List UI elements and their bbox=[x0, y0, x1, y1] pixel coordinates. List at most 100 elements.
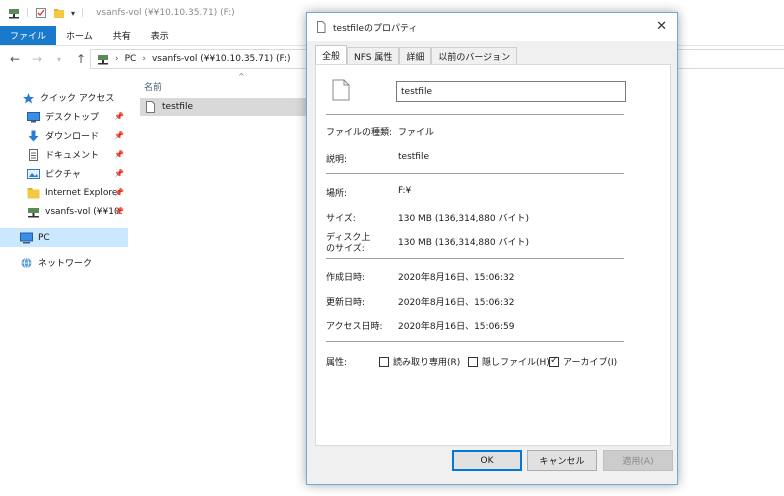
tab-details[interactable]: 詳細 bbox=[399, 47, 432, 65]
pin-icon[interactable]: 📌 bbox=[114, 207, 124, 216]
ok-button[interactable]: OK bbox=[452, 450, 522, 471]
properties-icon[interactable] bbox=[35, 7, 47, 19]
navigation-pane: クイック アクセス デスクトップ 📌 ダウンロード 📌 ドキュメント 📌 ピクチ… bbox=[0, 72, 128, 496]
file-name-input[interactable]: testfile bbox=[396, 81, 626, 102]
network-drive-icon bbox=[27, 206, 40, 218]
sidebar-item-label: vsanfs-vol (¥¥10. bbox=[45, 206, 123, 217]
tab-view[interactable]: 表示 bbox=[141, 26, 179, 45]
size-value: 130 MB (136,314,880 バイト) bbox=[398, 214, 529, 224]
dialog-tabs: 全般 NFS 属性 詳細 以前のバージョン bbox=[315, 45, 518, 65]
properties-dialog: testfileのプロパティ ✕ 全般 NFS 属性 詳細 以前のバージョン t… bbox=[306, 12, 678, 485]
description-label: 説明: bbox=[326, 155, 348, 165]
divider bbox=[326, 114, 624, 115]
large-file-icon bbox=[332, 79, 350, 104]
up-arrow-icon[interactable]: ↑ bbox=[74, 52, 88, 66]
breadcrumb-chevron-icon[interactable]: › bbox=[115, 54, 119, 64]
tab-share[interactable]: 共有 bbox=[103, 26, 141, 45]
tab-general[interactable]: 全般 bbox=[315, 45, 348, 65]
divider bbox=[326, 258, 624, 259]
description-value: testfile bbox=[398, 152, 429, 162]
sidebar-item-label: Internet Explorer bbox=[45, 187, 122, 198]
pin-icon[interactable]: 📌 bbox=[114, 131, 124, 140]
accessed-value: 2020年8月16日、15:06:59 bbox=[398, 322, 515, 332]
disk-size-label-line2: のサイズ: bbox=[326, 244, 365, 254]
sidebar-item-label: PC bbox=[38, 232, 50, 243]
dialog-title: testfileのプロパティ bbox=[333, 23, 418, 34]
divider bbox=[326, 173, 624, 174]
general-tab-panel: testfile ファイルの種類: ファイル 説明: testfile 場所: … bbox=[315, 64, 671, 446]
checkbox-box-checked[interactable] bbox=[549, 355, 559, 367]
tab-file[interactable]: ファイル bbox=[0, 26, 57, 45]
sidebar-item-label: ピクチャ bbox=[45, 170, 81, 180]
pin-icon[interactable]: 📌 bbox=[114, 169, 124, 178]
pc-icon bbox=[20, 232, 33, 244]
location-label: 場所: bbox=[326, 189, 348, 199]
network-drive-icon bbox=[8, 7, 20, 19]
archive-checkbox[interactable]: アーカイブ(I) bbox=[549, 355, 617, 368]
size-label: サイズ: bbox=[326, 214, 356, 224]
attributes-label: 属性: bbox=[326, 358, 348, 368]
sidebar-item-vsanfs-vol[interactable]: vsanfs-vol (¥¥10. 📌 bbox=[0, 202, 128, 221]
folder-icon bbox=[27, 187, 40, 199]
sidebar-item-network[interactable]: ネットワーク bbox=[0, 253, 128, 272]
window-title: vsanfs-vol (¥¥10.10.35.71) (F:) bbox=[96, 8, 235, 18]
file-icon bbox=[315, 21, 327, 33]
apply-button[interactable]: 適用(A) bbox=[603, 450, 673, 471]
hidden-checkbox[interactable]: 隠しファイル(H) bbox=[468, 355, 550, 368]
readonly-label: 読み取り専用(R) bbox=[393, 358, 461, 368]
sidebar-item-pc[interactable]: PC bbox=[0, 228, 128, 247]
quick-access-dropdown-icon[interactable]: ▾ bbox=[71, 9, 75, 18]
network-drive-icon bbox=[97, 53, 109, 65]
tab-nfs-attributes[interactable]: NFS 属性 bbox=[347, 47, 400, 65]
location-value: F:¥ bbox=[398, 186, 412, 196]
checkbox-box[interactable] bbox=[379, 356, 389, 367]
toolbar-separator: | bbox=[26, 8, 30, 18]
cancel-button[interactable]: キャンセル bbox=[527, 450, 597, 471]
sidebar-item-label: ネットワーク bbox=[38, 259, 93, 269]
type-label: ファイルの種類: bbox=[326, 128, 393, 138]
sidebar-item-internet-explorer[interactable]: Internet Explorer 📌 bbox=[0, 183, 128, 202]
accessed-label: アクセス日時: bbox=[326, 322, 383, 332]
sidebar-item-quick-access[interactable]: クイック アクセス bbox=[0, 88, 128, 107]
file-row[interactable]: testfile bbox=[140, 98, 320, 116]
sidebar-item-label: ドキュメント bbox=[45, 151, 100, 161]
column-header-name[interactable]: 名前 bbox=[144, 80, 162, 93]
sidebar-item-label: デスクトップ bbox=[45, 113, 100, 123]
type-value: ファイル bbox=[398, 128, 435, 138]
close-icon[interactable]: ✕ bbox=[656, 19, 667, 34]
forward-arrow-icon[interactable]: → bbox=[30, 52, 44, 66]
breadcrumb-location[interactable]: vsanfs-vol (¥¥10.10.35.71) (F:) bbox=[152, 54, 291, 64]
sidebar-item-label: ダウンロード bbox=[45, 132, 100, 142]
modified-value: 2020年8月16日、15:06:32 bbox=[398, 298, 515, 308]
created-label: 作成日時: bbox=[326, 273, 366, 283]
sidebar-item-documents[interactable]: ドキュメント 📌 bbox=[0, 145, 128, 164]
sidebar-item-pictures[interactable]: ピクチャ 📌 bbox=[0, 164, 128, 183]
checkbox-box[interactable] bbox=[468, 356, 478, 367]
readonly-checkbox[interactable]: 読み取り専用(R) bbox=[379, 355, 460, 368]
network-icon bbox=[20, 257, 33, 269]
star-icon bbox=[22, 92, 35, 104]
pin-icon[interactable]: 📌 bbox=[114, 150, 124, 159]
pin-icon[interactable]: 📌 bbox=[114, 188, 124, 197]
breadcrumb-chevron-icon[interactable]: › bbox=[142, 54, 146, 64]
sort-arrow-icon[interactable]: ^ bbox=[238, 72, 245, 81]
pin-icon[interactable]: 📌 bbox=[114, 112, 124, 121]
toolbar-separator: | bbox=[81, 8, 85, 18]
dialog-titlebar: testfileのプロパティ ✕ bbox=[307, 13, 677, 41]
modified-label: 更新日時: bbox=[326, 298, 366, 308]
file-name: testfile bbox=[162, 102, 193, 112]
sidebar-item-desktop[interactable]: デスクトップ 📌 bbox=[0, 107, 128, 126]
desktop-icon bbox=[27, 111, 40, 123]
tab-home[interactable]: ホーム bbox=[56, 26, 103, 45]
back-arrow-icon[interactable]: ← bbox=[8, 52, 22, 66]
sidebar-item-downloads[interactable]: ダウンロード 📌 bbox=[0, 126, 128, 145]
download-icon bbox=[27, 130, 40, 142]
created-value: 2020年8月16日、15:06:32 bbox=[398, 273, 515, 283]
disk-size-value: 130 MB (136,314,880 バイト) bbox=[398, 238, 529, 248]
new-folder-icon[interactable] bbox=[53, 7, 65, 19]
divider bbox=[326, 341, 624, 342]
tab-previous-versions[interactable]: 以前のバージョン bbox=[431, 47, 518, 65]
breadcrumb-pc[interactable]: PC bbox=[125, 54, 137, 64]
hidden-label: 隠しファイル(H) bbox=[482, 358, 550, 368]
recent-dropdown-icon[interactable]: ▾ bbox=[52, 55, 66, 64]
